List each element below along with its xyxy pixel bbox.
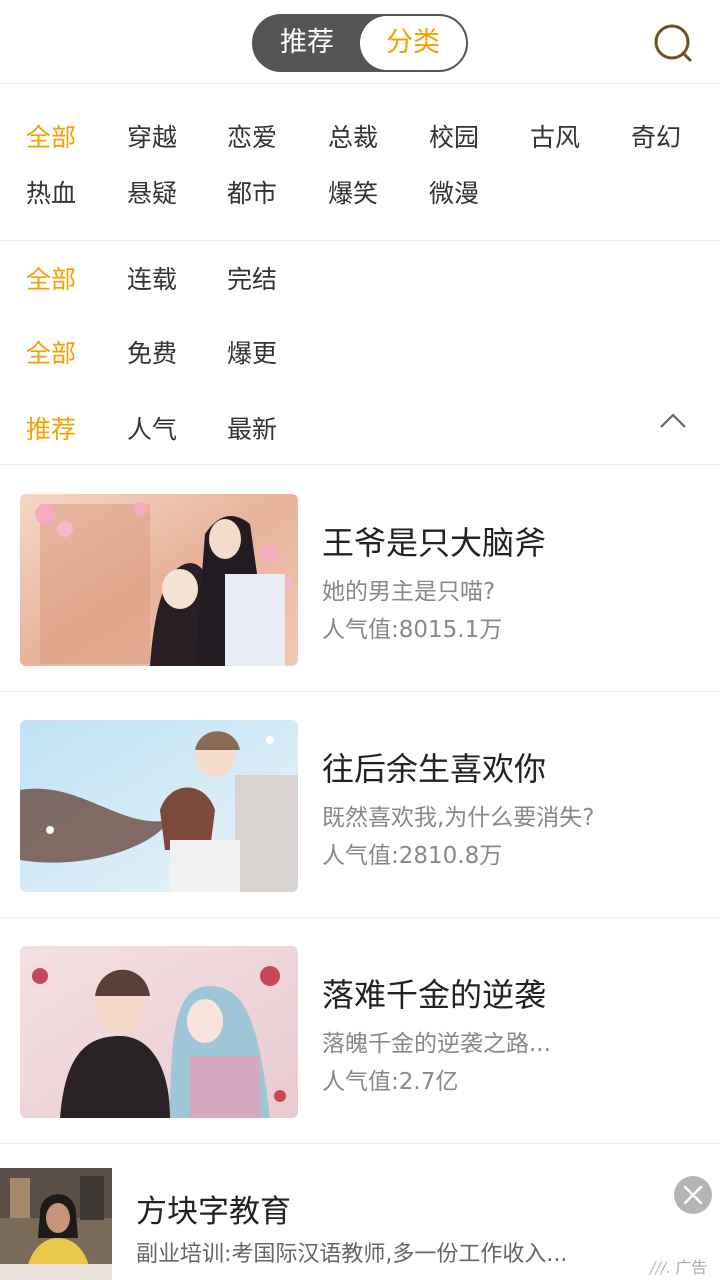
genre-comedy[interactable]: 爆笑 <box>328 174 378 210</box>
comic-cover[interactable] <box>20 720 298 892</box>
comic-popularity: 人气值:8015.1万 <box>322 617 503 643</box>
genre-ancient[interactable]: 古风 <box>530 118 580 154</box>
genre-campus[interactable]: 校园 <box>429 118 479 154</box>
comic-desc: 她的男主是只喵? <box>322 579 496 605</box>
ad-label: ///. 广告 <box>650 1254 707 1278</box>
close-icon[interactable] <box>674 1176 712 1214</box>
comic-desc: 既然喜欢我,为什么要消失? <box>322 805 595 831</box>
comic-title: 往后余生喜欢你 <box>322 750 547 788</box>
ad-desc[interactable]: 副业培训:考国际汉语教师,多一份工作收入... <box>136 1236 567 1268</box>
comic-item[interactable]: 落难千金的逆袭 落魄千金的逆袭之路... 人气值:2.7亿 <box>0 918 720 1144</box>
ad-title[interactable]: 方块字教育 <box>136 1186 291 1231</box>
comic-popularity: 人气值:2.7亿 <box>322 1069 459 1095</box>
ad-banner[interactable]: 方块字教育 副业培训:考国际汉语教师,多一份工作收入... ///. 广告 <box>0 1162 720 1280</box>
genre-urban[interactable]: 都市 <box>227 174 277 210</box>
genre-ceo[interactable]: 总裁 <box>328 118 378 154</box>
search-icon[interactable] <box>650 20 696 66</box>
genre-all[interactable]: 全部 <box>26 118 76 154</box>
comic-title: 落难千金的逆袭 <box>322 976 547 1014</box>
chevron-up-icon[interactable] <box>658 410 688 430</box>
price-all[interactable]: 全部 <box>26 334 76 370</box>
comic-popularity: 人气值:2810.8万 <box>322 843 503 869</box>
sort-latest[interactable]: 最新 <box>227 410 277 446</box>
comic-cover[interactable] <box>20 946 298 1118</box>
divider <box>0 464 720 465</box>
comic-desc: 落魄千金的逆袭之路... <box>322 1031 551 1057</box>
genre-time-travel[interactable]: 穿越 <box>127 118 177 154</box>
ad-logo-icon: ///. <box>650 1258 672 1277</box>
genre-action[interactable]: 热血 <box>26 174 76 210</box>
price-frequent[interactable]: 爆更 <box>227 334 277 370</box>
status-ongoing[interactable]: 连载 <box>127 260 177 296</box>
comic-cover[interactable] <box>20 494 298 666</box>
sort-popular[interactable]: 人气 <box>127 410 177 446</box>
genre-mystery[interactable]: 悬疑 <box>127 174 177 210</box>
divider <box>0 240 720 241</box>
genre-fantasy[interactable]: 奇幻 <box>631 118 681 154</box>
ad-image[interactable] <box>0 1168 112 1280</box>
genre-romance[interactable]: 恋爱 <box>227 118 277 154</box>
sort-recommend[interactable]: 推荐 <box>26 410 76 446</box>
comic-item[interactable]: 往后余生喜欢你 既然喜欢我,为什么要消失? 人气值:2810.8万 <box>0 692 720 918</box>
tab-category[interactable]: 分类 <box>360 16 466 70</box>
tab-switch: 推荐 分类 <box>252 14 468 72</box>
status-completed[interactable]: 完结 <box>227 260 277 296</box>
price-free[interactable]: 免费 <box>127 334 177 370</box>
genre-micro[interactable]: 微漫 <box>429 174 479 210</box>
top-bar: 推荐 分类 <box>0 0 720 84</box>
comic-title: 王爷是只大脑斧 <box>322 524 547 562</box>
comic-item[interactable]: 王爷是只大脑斧 她的男主是只喵? 人气值:8015.1万 <box>0 466 720 692</box>
tab-recommend[interactable]: 推荐 <box>254 16 360 70</box>
ad-tag-text: 广告 <box>675 1258 708 1277</box>
status-all[interactable]: 全部 <box>26 260 76 296</box>
